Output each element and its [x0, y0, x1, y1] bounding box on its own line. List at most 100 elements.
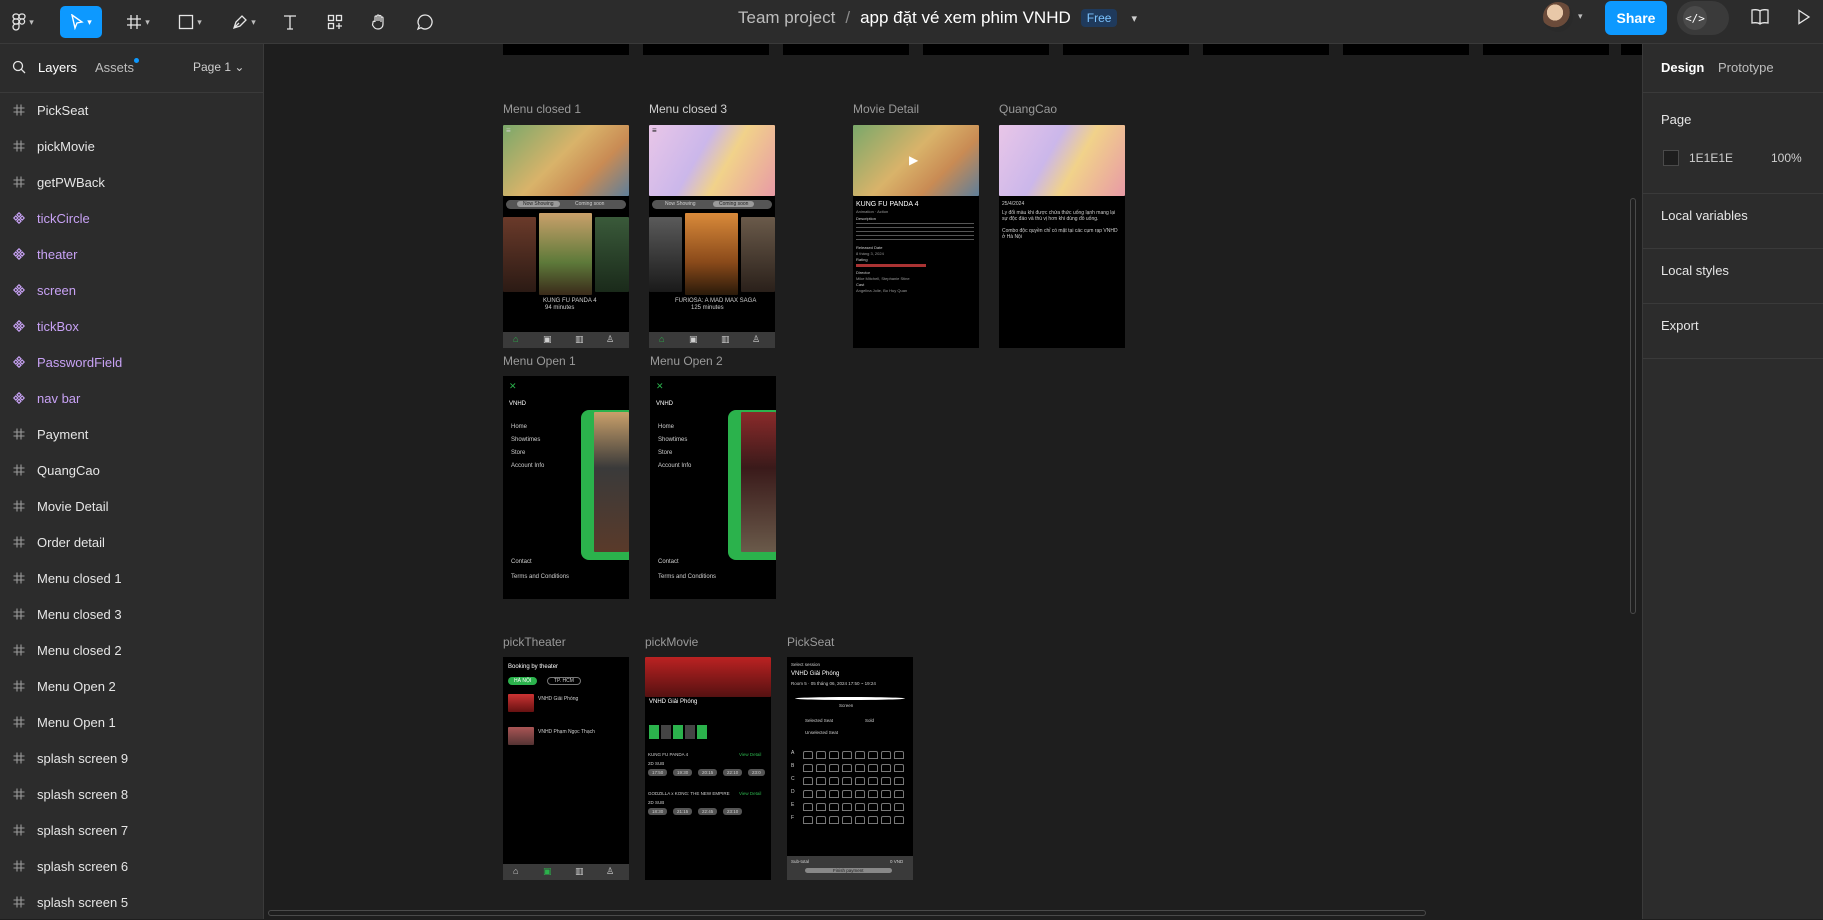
file-name[interactable]: app đặt vé xem phim VNHD: [860, 8, 1071, 28]
close-icon[interactable]: ✕: [509, 381, 517, 392]
view-detail-link[interactable]: View Detail: [739, 752, 761, 757]
menu-item-home[interactable]: Home: [511, 424, 527, 431]
page-opacity-value[interactable]: 100%: [1771, 151, 1802, 165]
menu-item-contact[interactable]: Contact: [511, 559, 532, 566]
tab-coming-soon[interactable]: Coming soon: [713, 201, 755, 207]
showtime-chip[interactable]: 23:10: [723, 808, 743, 816]
search-icon[interactable]: [12, 60, 26, 77]
menu-item-store[interactable]: Store: [511, 450, 525, 457]
frame-menu-open-1[interactable]: ✕ VNHD Home Showtimes Store Account Info…: [503, 376, 629, 599]
showtime-chip[interactable]: 17:50: [648, 769, 668, 777]
movie-title[interactable]: GODZILLA x KONG: THE NEW EMPIRE: [648, 791, 730, 796]
seat[interactable]: [894, 764, 904, 772]
seat[interactable]: [829, 790, 839, 798]
seat[interactable]: [842, 764, 852, 772]
file-title[interactable]: Team project / app đặt vé xem phim VNHD …: [738, 0, 1137, 36]
frame-menu-open-2[interactable]: ✕ VNHD Home Showtimes Store Account Info…: [650, 376, 776, 599]
seat[interactable]: [816, 764, 826, 772]
resources-tool-button[interactable]: [325, 6, 345, 38]
theater-name[interactable]: VNHD Phạm Ngọc Thạch: [538, 729, 595, 735]
tab-assets[interactable]: Assets: [95, 60, 134, 75]
seat[interactable]: [816, 751, 826, 759]
seat[interactable]: [842, 777, 852, 785]
layer-item[interactable]: Menu closed 1: [0, 560, 264, 596]
frame-pick-movie[interactable]: VNHD Giải Phóng KUNG FU PANDA 4 View Det…: [645, 657, 771, 880]
seat[interactable]: [855, 777, 865, 785]
vertical-scrollbar[interactable]: [1630, 198, 1636, 614]
page-color-value[interactable]: 1E1E1E: [1689, 151, 1733, 165]
store-icon[interactable]: ▥: [721, 334, 730, 345]
seat[interactable]: [868, 777, 878, 785]
seat[interactable]: [816, 790, 826, 798]
tab-layers[interactable]: Layers: [38, 60, 77, 75]
dev-mode-toggle[interactable]: </>: [1677, 1, 1729, 35]
layer-item[interactable]: Menu closed 3: [0, 596, 264, 632]
main-menu-button[interactable]: ▾: [8, 6, 38, 38]
layer-item[interactable]: splash screen 7: [0, 812, 264, 848]
seat[interactable]: [894, 751, 904, 759]
page-selector[interactable]: Page 1 ⌄: [193, 60, 244, 74]
movie-title[interactable]: KUNG FU PANDA 4: [648, 752, 688, 757]
view-detail-link[interactable]: View Detail: [739, 791, 761, 796]
frame-pick-theater[interactable]: Booking by theater HÀ NỘI TP. HCM VNHD G…: [503, 657, 629, 880]
seat[interactable]: [829, 777, 839, 785]
hamburger-icon[interactable]: ≡: [506, 126, 511, 136]
layer-item[interactable]: Menu Open 2: [0, 668, 264, 704]
export-section[interactable]: Export: [1643, 304, 1823, 359]
showtime-chip[interactable]: 19:30: [673, 769, 693, 777]
back-link[interactable]: Select session: [791, 662, 820, 667]
home-icon[interactable]: ⌂: [513, 866, 518, 877]
seat[interactable]: [803, 777, 813, 785]
layer-item[interactable]: splash screen 6: [0, 848, 264, 884]
seat[interactable]: [881, 803, 891, 811]
pen-tool-button[interactable]: ▾: [226, 6, 262, 38]
layer-item[interactable]: Movie Detail: [0, 488, 264, 524]
tab-prototype[interactable]: Prototype: [1718, 60, 1774, 75]
frame-movie-detail[interactable]: ▶ KUNG FU PANDA 4 Animation · Action Des…: [853, 125, 979, 348]
ticket-icon[interactable]: ▣: [543, 334, 552, 345]
layer-item[interactable]: Menu closed 2: [0, 632, 264, 668]
layer-item[interactable]: Payment: [0, 416, 264, 452]
menu-item-account[interactable]: Account Info: [658, 463, 691, 470]
date-selector[interactable]: [649, 725, 709, 739]
frame-label[interactable]: Movie Detail: [853, 102, 919, 116]
seat[interactable]: [881, 751, 891, 759]
seat[interactable]: [855, 803, 865, 811]
seat[interactable]: [842, 816, 852, 824]
layer-item[interactable]: pickMovie: [0, 128, 264, 164]
city-chip[interactable]: TP. HCM: [547, 677, 581, 685]
frame-label[interactable]: Menu Open 1: [503, 354, 576, 368]
frame-partial[interactable]: [643, 44, 769, 55]
store-icon[interactable]: ▥: [575, 866, 584, 877]
frame-partial[interactable]: [1483, 44, 1609, 55]
showtime-chip[interactable]: 20:15: [698, 769, 718, 777]
seat[interactable]: [855, 816, 865, 824]
frame-label[interactable]: QuangCao: [999, 102, 1057, 116]
showtime-chip[interactable]: 21:15: [673, 808, 693, 816]
showtime-chip[interactable]: 23:0: [748, 769, 765, 777]
layer-item[interactable]: theater: [0, 236, 264, 272]
user-icon[interactable]: ♙: [752, 334, 760, 345]
poster-image[interactable]: [539, 213, 592, 295]
frame-pick-seat[interactable]: Select session VNHD Giải Phóng Room 5 · …: [787, 657, 913, 880]
frame-label[interactable]: Menu closed 1: [503, 102, 581, 116]
showtime-chip[interactable]: 18:30: [648, 808, 668, 816]
seat[interactable]: [894, 790, 904, 798]
layer-item[interactable]: tickCircle: [0, 200, 264, 236]
hamburger-icon[interactable]: ≡: [652, 126, 657, 136]
menu-item-store[interactable]: Store: [658, 450, 672, 457]
frame-partial[interactable]: [1343, 44, 1469, 55]
horizontal-scrollbar[interactable]: [268, 910, 1426, 916]
frame-label[interactable]: PickSeat: [787, 635, 834, 649]
theater-image[interactable]: [508, 727, 534, 745]
tab-coming-soon[interactable]: Coming soon: [575, 201, 604, 207]
layer-item[interactable]: PickSeat: [0, 92, 264, 128]
seat[interactable]: [868, 751, 878, 759]
seat[interactable]: [803, 751, 813, 759]
seat[interactable]: [842, 790, 852, 798]
page-color-swatch[interactable]: [1663, 150, 1679, 166]
menu-item-terms[interactable]: Terms and Conditions: [511, 574, 569, 581]
showtime-chip[interactable]: 22:10: [723, 769, 743, 777]
canvas[interactable]: Menu closed 1 ≡ Now Showing Coming soon …: [264, 44, 1642, 919]
seat[interactable]: [855, 790, 865, 798]
